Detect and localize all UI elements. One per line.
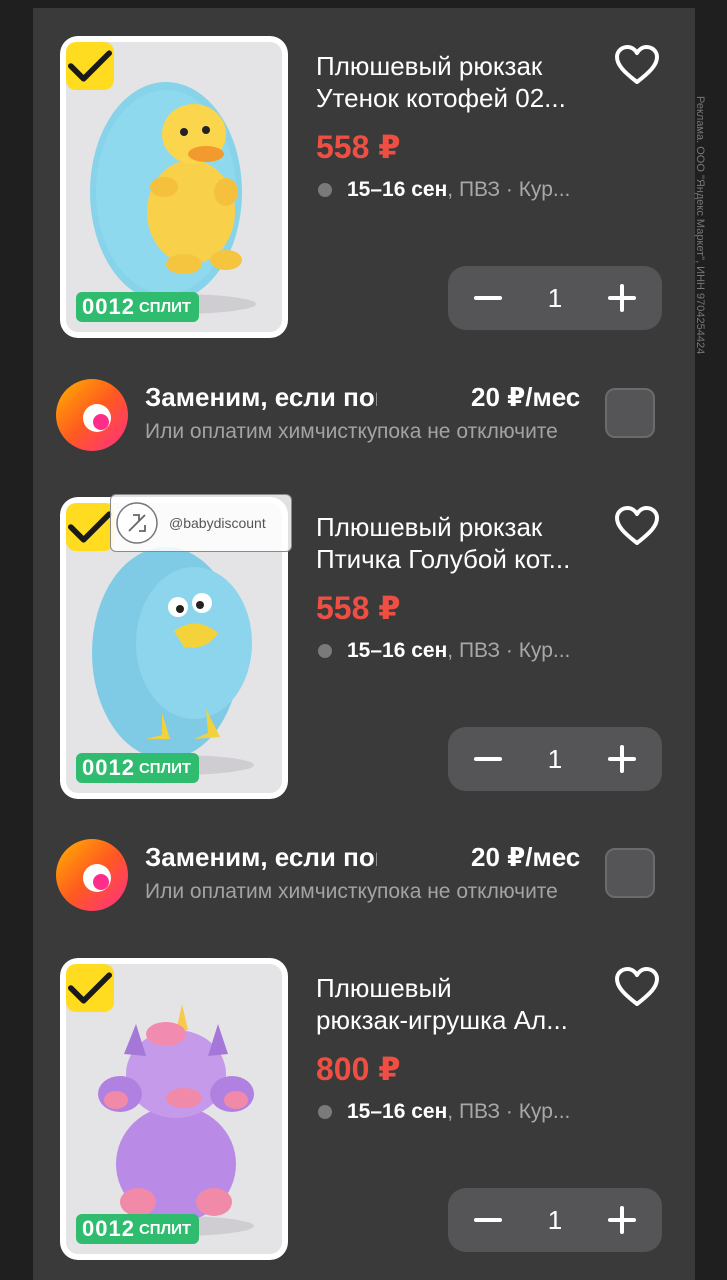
title-line-1: Плюшевый рюкзак <box>316 512 543 542</box>
split-badge: 0012 СПЛИТ <box>76 292 200 322</box>
split-label: СПЛИТ <box>138 298 192 316</box>
selected-checkbox[interactable] <box>66 964 114 1012</box>
product-title[interactable]: Плюшевый рюкзак Птичка Голубой кот... <box>316 511 616 575</box>
split-number: 0012 <box>82 755 135 780</box>
insurance-title: Заменим, если повредится <box>145 842 377 872</box>
split-badge: 0012 СПЛИТ <box>76 1214 200 1244</box>
increase-button[interactable] <box>608 1206 636 1234</box>
product-title[interactable]: Плюшевый рюкзак-игрушка Ал... <box>316 972 616 1036</box>
insurance-logo-icon <box>56 379 128 451</box>
insurance-price: 20 ₽/мес <box>471 382 581 412</box>
delivery-info: 15–16 сен , ПВЗ · Кур... <box>318 1100 570 1124</box>
delivery-place: , ПВЗ · Кур... <box>447 178 571 201</box>
decrease-button[interactable] <box>474 745 502 773</box>
status-dot <box>318 644 332 658</box>
insurance-subtitle-a: Или оплатим химчистку <box>145 880 377 903</box>
status-dot <box>318 1105 332 1119</box>
insurance-subtitle-a: Или оплатим химчистку <box>145 420 377 443</box>
product-price: 558 ₽ <box>316 590 401 626</box>
split-badge: 0012 СПЛИТ <box>76 753 200 783</box>
insurance-subtitle: Или оплатим химчисткупока не отключите <box>145 420 558 444</box>
delivery-info: 15–16 сен , ПВЗ · Кур... <box>318 639 570 663</box>
split-number: 0012 <box>82 294 135 319</box>
quantity-stepper: 1 <box>448 727 662 791</box>
favorite-heart-icon[interactable] <box>614 966 660 1008</box>
selected-checkbox[interactable] <box>66 42 114 90</box>
insurance-option: Заменим, если повредится 20 ₽/мес Или оп… <box>55 374 660 454</box>
quantity-stepper: 1 <box>448 266 662 330</box>
watermark-logo-icon <box>116 502 158 544</box>
decrease-button[interactable] <box>474 1206 502 1234</box>
insurance-option: Заменим, если повредится 20 ₽/мес Или оп… <box>55 834 660 914</box>
favorite-heart-icon[interactable] <box>614 44 660 86</box>
insurance-checkbox[interactable] <box>605 848 655 898</box>
insurance-subtitle: Или оплатим химчисткупока не отключите <box>145 880 558 904</box>
watermark-text: @babydiscount <box>169 515 266 531</box>
split-label: СПЛИТ <box>138 1220 192 1238</box>
increase-button[interactable] <box>608 745 636 773</box>
selected-checkbox[interactable] <box>66 503 114 551</box>
checkmark-icon <box>68 50 112 82</box>
delivery-place: , ПВЗ · Кур... <box>447 639 571 662</box>
insurance-title: Заменим, если повредится <box>145 382 377 412</box>
watermark-badge: @babydiscount <box>110 494 292 552</box>
status-dot <box>318 183 332 197</box>
insurance-subtitle-b: пока не отключите <box>377 420 558 443</box>
delivery-place: , ПВЗ · Кур... <box>447 1100 571 1123</box>
decrease-button[interactable] <box>474 284 502 312</box>
title-line-1: Плюшевый рюкзак <box>316 51 543 81</box>
product-image[interactable]: 0012 СПЛИТ <box>60 958 288 1260</box>
delivery-date: 15–16 сен <box>347 639 448 662</box>
delivery-date: 15–16 сен <box>347 1100 448 1123</box>
checkmark-icon <box>68 511 112 543</box>
increase-button[interactable] <box>608 284 636 312</box>
title-line-2: Утенок котофей 02... <box>316 83 566 113</box>
insurance-checkbox[interactable] <box>605 388 655 438</box>
delivery-date: 15–16 сен <box>347 178 448 201</box>
insurance-logo-icon <box>56 839 128 911</box>
cart-item: 0012 СПЛИТ Плюшевый рюкзак-игрушка Ал...… <box>60 958 690 1260</box>
delivery-info: 15–16 сен , ПВЗ · Кур... <box>318 178 570 202</box>
title-line-2: рюкзак-игрушка Ал... <box>316 1005 568 1035</box>
insurance-subtitle-b: пока не отключите <box>377 880 558 903</box>
product-image[interactable]: 0012 СПЛИТ <box>60 36 288 338</box>
favorite-heart-icon[interactable] <box>614 505 660 547</box>
insurance-price: 20 ₽/мес <box>471 842 581 872</box>
quantity-stepper: 1 <box>448 1188 662 1252</box>
split-number: 0012 <box>82 1216 135 1241</box>
quantity-value: 1 <box>547 743 563 774</box>
product-price: 558 ₽ <box>316 129 401 165</box>
checkmark-icon <box>68 972 112 1004</box>
title-line-1: Плюшевый <box>316 973 452 1003</box>
cart-item: 0012 СПЛИТ Плюшевый рюкзак Утенок котофе… <box>60 36 690 338</box>
quantity-value: 1 <box>547 1204 563 1235</box>
quantity-value: 1 <box>547 282 563 313</box>
title-line-2: Птичка Голубой кот... <box>316 544 571 574</box>
split-label: СПЛИТ <box>138 759 192 777</box>
product-title[interactable]: Плюшевый рюкзак Утенок котофей 02... <box>316 50 616 114</box>
product-price: 800 ₽ <box>316 1051 401 1087</box>
